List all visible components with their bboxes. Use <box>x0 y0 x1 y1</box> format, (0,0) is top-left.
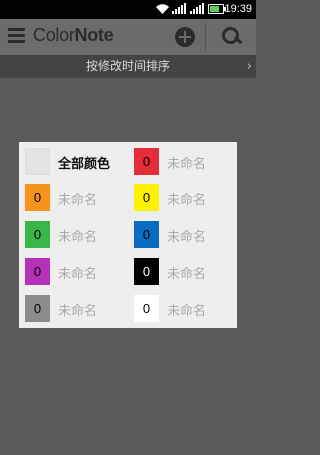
all-colors-label: 全部颜色 <box>58 157 111 172</box>
status-clock: 19:39 <box>224 3 252 15</box>
all-colors-swatch <box>25 148 50 175</box>
logo-part-color: Color <box>33 25 75 45</box>
status-bar: 19:39 <box>0 0 256 19</box>
color-label: 未命名 <box>58 304 98 319</box>
color-option-blue[interactable]: 0 未命名 <box>134 221 234 249</box>
color-swatch: 0 <box>25 295 50 322</box>
signal-icon <box>172 3 186 14</box>
color-option-orange[interactable]: 0 未命名 <box>25 184 125 212</box>
color-swatch: 0 <box>134 148 159 175</box>
color-label: 未命名 <box>58 230 98 245</box>
color-option-green[interactable]: 0 未命名 <box>25 221 125 249</box>
color-label: 未命名 <box>167 157 207 172</box>
sort-bar[interactable]: 按修改时间排序 › <box>0 55 256 78</box>
color-filter-dialog: 全部颜色 0 未命名 0 未命名 0 未命名 0 未命名 0 未命名 0 未命名… <box>19 142 237 328</box>
color-label: 未命名 <box>167 193 207 208</box>
color-option-white[interactable]: 0 未命名 <box>134 295 234 323</box>
app-logo: ColorNote <box>33 25 114 46</box>
color-option-purple[interactable]: 0 未命名 <box>25 258 125 286</box>
color-label: 未命名 <box>167 304 207 319</box>
color-swatch: 0 <box>25 258 50 285</box>
toolbar-divider <box>205 23 206 51</box>
signal-icon-2 <box>190 3 204 14</box>
color-option-red[interactable]: 0 未命名 <box>134 148 234 176</box>
sort-label: 按修改时间排序 <box>85 59 170 73</box>
app-bar: ColorNote <box>0 19 256 55</box>
color-option-gray[interactable]: 0 未命名 <box>25 295 125 323</box>
color-label: 未命名 <box>167 230 207 245</box>
color-option-yellow[interactable]: 0 未命名 <box>134 184 234 212</box>
add-note-button[interactable] <box>175 27 195 47</box>
color-swatch: 0 <box>134 295 159 322</box>
chevron-right-icon: › <box>246 59 252 74</box>
logo-part-note: Note <box>74 25 114 45</box>
color-swatch: 0 <box>134 221 159 248</box>
all-colors-option[interactable]: 全部颜色 <box>25 148 125 176</box>
color-swatch: 0 <box>25 221 50 248</box>
color-swatch: 0 <box>25 184 50 211</box>
color-label: 未命名 <box>58 193 98 208</box>
color-option-black[interactable]: 0 未命名 <box>134 258 234 286</box>
menu-icon[interactable] <box>8 28 25 44</box>
color-label: 未命名 <box>167 267 207 282</box>
color-swatch: 0 <box>134 184 159 211</box>
color-label: 未命名 <box>58 267 98 282</box>
wifi-icon <box>156 3 169 14</box>
battery-icon <box>208 3 226 14</box>
status-icons <box>156 3 226 14</box>
color-swatch: 0 <box>134 258 159 285</box>
search-icon[interactable] <box>220 25 243 47</box>
